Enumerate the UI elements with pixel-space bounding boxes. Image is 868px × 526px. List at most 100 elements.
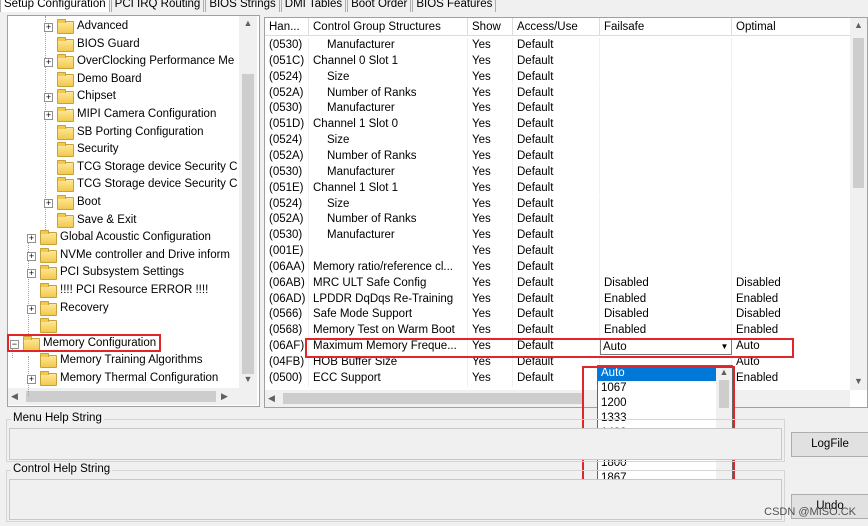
column-header[interactable]: Show bbox=[468, 18, 513, 36]
table-row[interactable]: (052A) Number of Ranks Yes Default bbox=[265, 212, 862, 229]
table-row[interactable]: (0524) Size Yes Default bbox=[265, 69, 862, 86]
highlight-max-memory-frequency-row bbox=[305, 338, 794, 358]
tab-dmi-tables[interactable]: DMI Tables bbox=[280, 0, 347, 12]
table-row[interactable]: (06AB) MRC ULT Safe Config Yes Default Disab… bbox=[265, 275, 862, 292]
expand-icon[interactable]: + bbox=[44, 93, 53, 103]
table-row[interactable]: (06AA) Memory ratio/reference cl... Yes Def… bbox=[265, 259, 862, 276]
table-cell: Default bbox=[513, 101, 600, 118]
scroll-up-icon[interactable]: ▲ bbox=[850, 20, 867, 30]
tree-item[interactable]: + Recovery bbox=[8, 300, 238, 317]
scroll-right-icon[interactable]: ▶ bbox=[221, 391, 228, 402]
table-row[interactable]: (0530) Manufacturer Yes Default bbox=[265, 101, 862, 118]
table-row[interactable]: (051D) Channel 1 Slot 0 Yes Default bbox=[265, 117, 862, 134]
tree-item[interactable]: SB Porting Configuration bbox=[8, 124, 238, 141]
column-header[interactable]: Han... bbox=[265, 18, 309, 36]
table-row[interactable]: (0530) Manufacturer Yes Default bbox=[265, 228, 862, 244]
table-row[interactable]: (001E) Yes Default bbox=[265, 244, 862, 260]
tree-item[interactable]: + Chipset bbox=[8, 88, 238, 105]
tree-item[interactable]: TCG Storage device Security C bbox=[8, 159, 238, 176]
table-cell: Default bbox=[513, 196, 600, 213]
expand-icon[interactable]: + bbox=[27, 234, 36, 244]
scroll-up-icon[interactable]: ▲ bbox=[239, 18, 257, 28]
table-row[interactable]: (0566) Safe Mode Support Yes Default Disable… bbox=[265, 307, 862, 324]
tree-item[interactable]: + Memory Thermal Configuration bbox=[8, 370, 238, 387]
table-cell bbox=[600, 69, 732, 86]
expand-icon[interactable]: + bbox=[44, 58, 53, 68]
table-cell bbox=[732, 196, 862, 213]
tree-item[interactable]: Save & Exit bbox=[8, 212, 238, 229]
scroll-down-icon[interactable]: ▼ bbox=[239, 374, 257, 384]
scroll-thumb[interactable] bbox=[853, 38, 864, 188]
table-row[interactable]: (0524) Size Yes Default bbox=[265, 196, 862, 213]
table-cell: Yes bbox=[468, 117, 513, 134]
tree-item[interactable]: + Boot bbox=[8, 194, 238, 211]
tree-item[interactable]: + OverClocking Performance Me bbox=[8, 53, 238, 70]
column-header[interactable]: Control Group Structures bbox=[309, 18, 468, 36]
folder-icon bbox=[57, 36, 74, 52]
expand-icon[interactable]: + bbox=[44, 111, 53, 120]
scroll-left-icon[interactable]: ◀ bbox=[268, 393, 275, 404]
table-cell bbox=[600, 180, 732, 197]
tree-item[interactable]: BIOS Guard bbox=[8, 36, 238, 53]
table-cell: Memory Test on Warm Boot bbox=[309, 323, 468, 340]
table-row[interactable]: (0530) Manufacturer Yes Default bbox=[265, 164, 862, 181]
expand-icon[interactable]: + bbox=[44, 23, 53, 32]
table-cell: Number of Ranks bbox=[309, 85, 468, 102]
folder-icon bbox=[57, 71, 74, 87]
h-scroll-thumb[interactable] bbox=[283, 393, 583, 404]
table-row[interactable]: (051C) Channel 0 Slot 1 Yes Default bbox=[265, 53, 862, 70]
expand-icon[interactable]: + bbox=[44, 199, 53, 208]
table-row[interactable]: (0524) Size Yes Default bbox=[265, 133, 862, 149]
expand-icon[interactable]: + bbox=[27, 269, 36, 279]
tree-item[interactable]: + NVMe controller and Drive inform bbox=[8, 247, 238, 264]
tab-pci-irq-routing[interactable]: PCI IRQ Routing bbox=[110, 0, 205, 12]
column-header[interactable]: Optimal bbox=[732, 18, 862, 36]
tree-item[interactable]: + MIPI Camera Configuration bbox=[8, 106, 238, 123]
table-row[interactable]: (051E) Channel 1 Slot 1 Yes Default bbox=[265, 180, 862, 197]
tree-item[interactable]: + Advanced bbox=[8, 18, 238, 35]
grid-vertical-scrollbar[interactable]: ▲ ▼ bbox=[850, 18, 867, 390]
table-row[interactable]: (052A) Number of Ranks Yes Default bbox=[265, 85, 862, 102]
expand-icon[interactable]: + bbox=[27, 251, 36, 261]
h-scroll-thumb[interactable] bbox=[26, 391, 216, 402]
scroll-left-icon[interactable]: ◀ bbox=[11, 391, 18, 402]
tree-horizontal-scrollbar[interactable]: ◀ ▶ bbox=[8, 388, 257, 405]
logfile-button[interactable]: LogFile bbox=[791, 432, 868, 457]
tree-item[interactable]: + PCI Subsystem Settings bbox=[8, 264, 238, 281]
table-row[interactable]: (0568) Memory Test on Warm Boot Yes Default… bbox=[265, 323, 862, 340]
folder-icon bbox=[40, 371, 57, 386]
tree-item[interactable]: Demo Board bbox=[8, 71, 238, 88]
tree-item[interactable]: TCG Storage device Security C bbox=[8, 176, 238, 193]
table-cell bbox=[600, 101, 732, 118]
tree-item[interactable] bbox=[8, 317, 238, 334]
folder-icon bbox=[40, 283, 57, 298]
table-cell: Default bbox=[513, 291, 600, 308]
tab-setup-configuration[interactable]: Setup Configuration bbox=[0, 0, 110, 12]
table-row[interactable]: (0530) Manufacturer Yes Default bbox=[265, 38, 862, 54]
highlight-memory-configuration bbox=[7, 334, 161, 352]
tree-item[interactable]: + Global Acoustic Configuration bbox=[8, 229, 238, 246]
scroll-thumb[interactable] bbox=[242, 74, 254, 374]
table-row[interactable]: (052A) Number of Ranks Yes Default bbox=[265, 148, 862, 165]
table-cell: Default bbox=[513, 133, 600, 149]
expand-icon[interactable]: + bbox=[27, 304, 36, 314]
grid-header: Han... Control Group Structures Show Access… bbox=[265, 18, 867, 37]
table-cell: Default bbox=[513, 38, 600, 54]
tree-item[interactable]: Security bbox=[8, 141, 238, 158]
table-cell bbox=[600, 148, 732, 165]
expand-icon[interactable]: + bbox=[27, 375, 36, 384]
column-header[interactable]: Failsafe bbox=[600, 18, 732, 36]
tab-bios-features[interactable]: BIOS Features bbox=[412, 0, 497, 12]
table-row[interactable]: (06AD) LPDDR DqDqs Re-Training Yes Default E… bbox=[265, 291, 862, 308]
tree-item-label: BIOS Guard bbox=[77, 37, 140, 50]
grid-horizontal-scrollbar[interactable]: ◀ bbox=[265, 390, 850, 407]
tree-vertical-scrollbar[interactable]: ▲ ▼ bbox=[239, 16, 257, 388]
table-row[interactable]: (0500) ECC Support Yes Default Enabled bbox=[265, 370, 862, 387]
tab-boot-order[interactable]: Boot Order bbox=[347, 0, 412, 12]
column-header[interactable]: Access/Use bbox=[513, 18, 600, 36]
tree-item[interactable]: !!!! PCI Resource ERROR !!!! bbox=[8, 282, 238, 299]
tree-item[interactable]: Memory Training Algorithms bbox=[8, 352, 238, 369]
scroll-down-icon[interactable]: ▼ bbox=[850, 376, 867, 386]
tree-item-label: Boot bbox=[77, 196, 101, 208]
tab-bios-strings[interactable]: BIOS Strings bbox=[205, 0, 280, 12]
